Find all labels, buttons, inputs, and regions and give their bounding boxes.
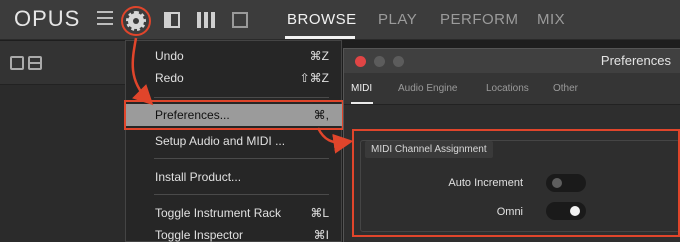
left-panel-toggle-icon[interactable] bbox=[164, 12, 180, 28]
menu-item-shortcut: ⌘Z bbox=[309, 49, 329, 63]
menu-item-redo[interactable]: Redo ⇧⌘Z bbox=[126, 67, 343, 89]
menu-separator bbox=[154, 97, 329, 98]
nav-mix[interactable]: MIX bbox=[537, 11, 565, 28]
menu-separator bbox=[154, 194, 329, 195]
menu-item-shortcut: ⌘L bbox=[310, 206, 329, 220]
left-panel bbox=[0, 41, 125, 242]
menu-item-toggle-inspector[interactable]: Toggle Inspector ⌘I bbox=[126, 224, 343, 242]
omni-label: Omni bbox=[496, 206, 523, 218]
toggle-knob bbox=[552, 178, 562, 188]
menu-item-label: Setup Audio and MIDI ... bbox=[155, 134, 286, 148]
menu-item-toggle-instrument-rack[interactable]: Toggle Instrument Rack ⌘L bbox=[126, 202, 343, 224]
close-window-button[interactable] bbox=[355, 56, 366, 67]
tab-other[interactable]: Other bbox=[553, 83, 578, 94]
right-panel-toggle-icon[interactable] bbox=[232, 12, 248, 28]
menu-item-shortcut: ⌘I bbox=[313, 228, 329, 242]
list-view-icon[interactable] bbox=[28, 56, 42, 70]
active-tab-indicator bbox=[351, 102, 373, 104]
menu-item-label: Toggle Inspector bbox=[155, 228, 244, 242]
top-toolbar: OPUS BROWSE PLAY PERFORM MIX bbox=[0, 0, 680, 40]
preferences-title: Preferences bbox=[600, 53, 671, 68]
menu-separator bbox=[154, 158, 329, 159]
menu-item-setup-audio-midi[interactable]: Setup Audio and MIDI ... bbox=[126, 130, 343, 152]
minimize-window-button[interactable] bbox=[374, 56, 385, 67]
tab-locations[interactable]: Locations bbox=[486, 83, 529, 94]
menu-item-label: Install Product... bbox=[155, 170, 242, 184]
preferences-highlight-box bbox=[124, 100, 344, 130]
menu-item-undo[interactable]: Undo ⌘Z bbox=[126, 45, 343, 67]
hamburger-menu-icon[interactable] bbox=[97, 11, 113, 25]
nav-browse[interactable]: BROWSE bbox=[287, 11, 357, 28]
left-panel-header bbox=[0, 41, 125, 85]
auto-increment-toggle[interactable] bbox=[546, 174, 586, 192]
settings-dropdown-menu: Undo ⌘Z Redo ⇧⌘Z Preferences... ⌘, Setup… bbox=[125, 40, 343, 242]
tab-audio-engine[interactable]: Audio Engine bbox=[398, 83, 458, 94]
nav-perform[interactable]: PERFORM bbox=[440, 11, 519, 28]
omni-toggle[interactable] bbox=[546, 202, 586, 220]
app-logo: OPUS bbox=[14, 6, 81, 31]
auto-increment-label: Auto Increment bbox=[448, 177, 523, 189]
tab-midi[interactable]: MIDI bbox=[351, 83, 372, 94]
gear-icon[interactable] bbox=[126, 11, 146, 31]
nav-active-indicator bbox=[285, 36, 355, 39]
midi-channel-assignment-title: MIDI Channel Assignment bbox=[365, 141, 493, 158]
grid-view-icon[interactable] bbox=[10, 56, 24, 70]
menu-item-label: Redo bbox=[155, 71, 184, 85]
menu-item-label: Toggle Instrument Rack bbox=[155, 206, 282, 220]
preferences-tabs: MIDI Audio Engine Locations Other bbox=[344, 73, 680, 105]
menu-item-shortcut: ⇧⌘Z bbox=[299, 71, 329, 85]
menu-item-install-product[interactable]: Install Product... bbox=[126, 166, 343, 188]
nav-play[interactable]: PLAY bbox=[378, 11, 417, 28]
menu-item-label: Undo bbox=[155, 49, 184, 63]
zoom-window-button[interactable] bbox=[393, 56, 404, 67]
toggle-knob bbox=[570, 206, 580, 216]
preferences-titlebar: Preferences bbox=[344, 49, 680, 73]
keyboard-icon[interactable] bbox=[197, 12, 215, 28]
